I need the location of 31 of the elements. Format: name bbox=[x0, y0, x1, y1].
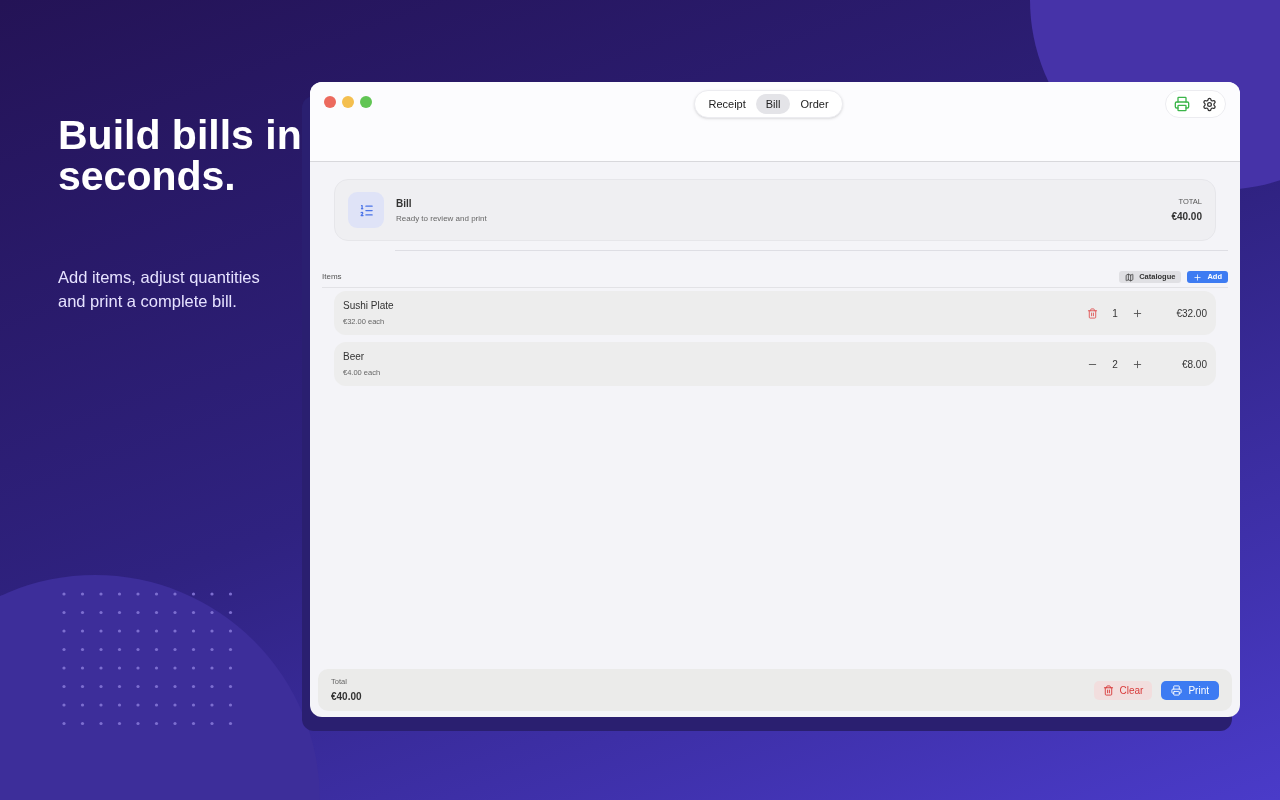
close-window-button[interactable] bbox=[324, 96, 336, 108]
total-amount: €40.00 bbox=[1171, 210, 1202, 225]
card-subtitle: Ready to review and print bbox=[396, 212, 488, 225]
printer-icon[interactable] bbox=[1174, 96, 1190, 112]
plus-icon bbox=[1193, 272, 1203, 282]
plus-icon[interactable] bbox=[1132, 358, 1143, 370]
footer-total-amount: €40.00 bbox=[331, 690, 363, 705]
minimize-window-button[interactable] bbox=[342, 96, 354, 108]
print-button[interactable]: Print bbox=[1161, 680, 1219, 700]
item-total: €8.00 bbox=[1180, 357, 1207, 372]
zoom-window-button[interactable] bbox=[360, 96, 372, 108]
trash-icon bbox=[1102, 684, 1114, 696]
tab[interactable]: Bill bbox=[755, 94, 791, 114]
section-label: Items bbox=[322, 271, 343, 283]
card-title: Bill bbox=[396, 196, 413, 211]
item-total: €32.00 bbox=[1175, 306, 1207, 321]
settings-icon[interactable] bbox=[1202, 96, 1217, 112]
plus-icon[interactable] bbox=[1132, 307, 1143, 319]
numbered-list-icon bbox=[358, 202, 374, 218]
printer-icon bbox=[1171, 684, 1183, 696]
item-quantity: 1 bbox=[1111, 306, 1119, 321]
headline: Build bills in seconds. bbox=[58, 115, 303, 197]
item-name: Beer bbox=[343, 350, 366, 365]
subline: Add items, adjust quantities and print a complete bill. bbox=[58, 267, 261, 312]
tab[interactable]: Order bbox=[790, 94, 839, 114]
tab[interactable]: Receipt bbox=[698, 94, 756, 114]
item-quantity: 2 bbox=[1111, 357, 1119, 372]
delete-icon[interactable] bbox=[1086, 307, 1098, 319]
map-icon bbox=[1125, 272, 1135, 282]
item-name: Sushi Plate bbox=[343, 299, 395, 314]
clear-button[interactable]: Clear bbox=[1093, 680, 1153, 700]
